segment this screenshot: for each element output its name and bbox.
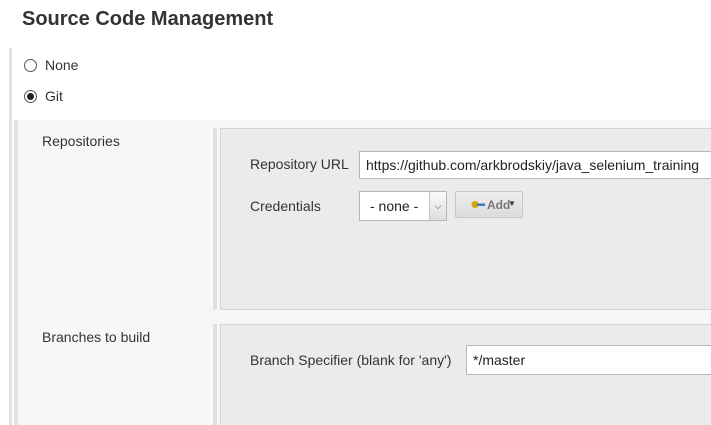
add-credentials-button[interactable]: Add ▼	[455, 191, 523, 218]
repository-url-label: Repository URL	[250, 156, 349, 172]
repositories-label: Repositories	[42, 133, 120, 149]
section-title: Source Code Management	[22, 8, 274, 30]
scm-option-none[interactable]: None	[24, 57, 78, 73]
chevron-down-icon[interactable]: ⌵	[429, 192, 446, 220]
branches-indent-bar	[213, 324, 217, 425]
credentials-select-value: - none -	[370, 198, 419, 214]
credentials-select[interactable]: - none - ⌵	[359, 191, 447, 221]
git-radio[interactable]	[24, 89, 37, 103]
branch-specifier-label: Branch Specifier (blank for 'any')	[250, 352, 452, 368]
repositories-indent-bar	[213, 128, 217, 310]
branches-to-build-label: Branches to build	[42, 329, 151, 345]
key-icon	[471, 201, 485, 208]
none-radio[interactable]	[24, 58, 37, 72]
repository-url-input[interactable]: https://github.com/arkbrodskiy/java_sele…	[359, 151, 711, 179]
credentials-label: Credentials	[250, 198, 321, 214]
none-radio-label: None	[45, 57, 79, 73]
git-indent-bar	[14, 120, 18, 425]
caret-down-icon: ▼	[508, 199, 516, 208]
add-button-label: Add	[487, 198, 511, 212]
git-radio-label: Git	[45, 88, 63, 104]
scm-option-git[interactable]: Git	[24, 88, 63, 104]
branch-specifier-input[interactable]: */master	[466, 345, 711, 375]
section-indent-bar	[9, 48, 12, 425]
